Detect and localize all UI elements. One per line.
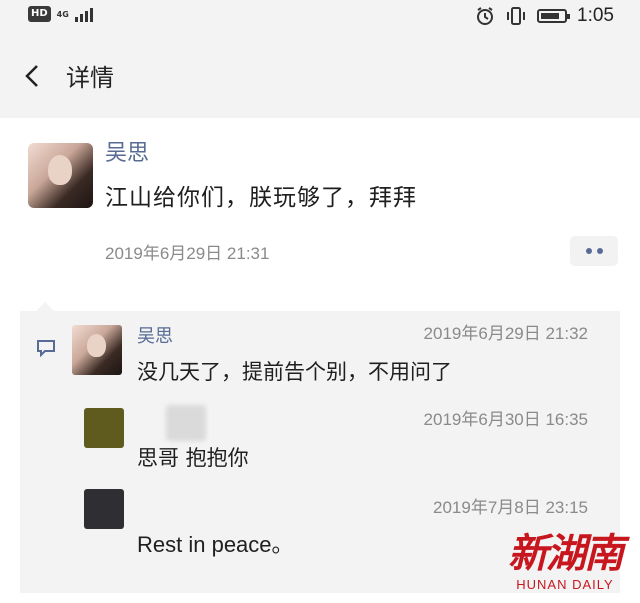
ellipsis-icon	[585, 248, 592, 254]
comment-text[interactable]: 思哥 抱抱你	[137, 444, 249, 472]
clock-time: 1:05	[577, 5, 614, 26]
comment-text[interactable]: 没几天了，提前告个别，不用问了	[137, 358, 452, 386]
watermark-chinese: 新湖南	[508, 531, 624, 577]
watermark-english: HUNAN DAILY	[516, 577, 614, 592]
comment-timestamp: 2019年6月29日 21:32	[423, 324, 588, 343]
signal-icon	[74, 6, 93, 22]
comment-avatar[interactable]	[84, 408, 124, 448]
page-title: 详情	[66, 64, 114, 92]
alarm-icon	[477, 7, 494, 25]
status-right: 1:05	[475, 5, 614, 27]
blurred-author-name	[166, 405, 206, 441]
chevron-left-icon[interactable]	[22, 64, 46, 88]
hd-icon: HD	[28, 6, 51, 22]
nav-header: 详情	[0, 34, 640, 118]
comment-text[interactable]: Rest in peace。	[137, 531, 294, 559]
vibrate-icon	[507, 7, 526, 25]
watermark-logo: 新湖南 HUNAN DAILY	[508, 531, 624, 593]
network-type-label: 4G	[56, 9, 69, 19]
comment-avatar[interactable]	[72, 325, 122, 375]
comment-timestamp: 2019年6月30日 16:35	[423, 410, 588, 429]
post-author-avatar[interactable]	[28, 143, 93, 208]
battery-fill	[541, 13, 560, 19]
more-actions-button[interactable]	[570, 236, 618, 266]
comment-avatar[interactable]	[84, 489, 124, 529]
ellipsis-icon	[596, 248, 603, 254]
post-timestamp: 2019年6月29日 21:31	[105, 244, 270, 263]
post-text: 江山给你们，朕玩够了，拜拜	[105, 185, 417, 211]
post-author-name[interactable]: 吴思	[105, 140, 149, 168]
comment-author-name[interactable]: 吴思	[137, 325, 173, 349]
comment-icon	[37, 340, 55, 357]
status-left: HD 4G	[28, 6, 93, 22]
status-bar: HD 4G 1:05	[0, 0, 640, 34]
battery-icon	[537, 9, 571, 23]
comment-timestamp: 2019年7月8日 23:15	[433, 498, 588, 517]
